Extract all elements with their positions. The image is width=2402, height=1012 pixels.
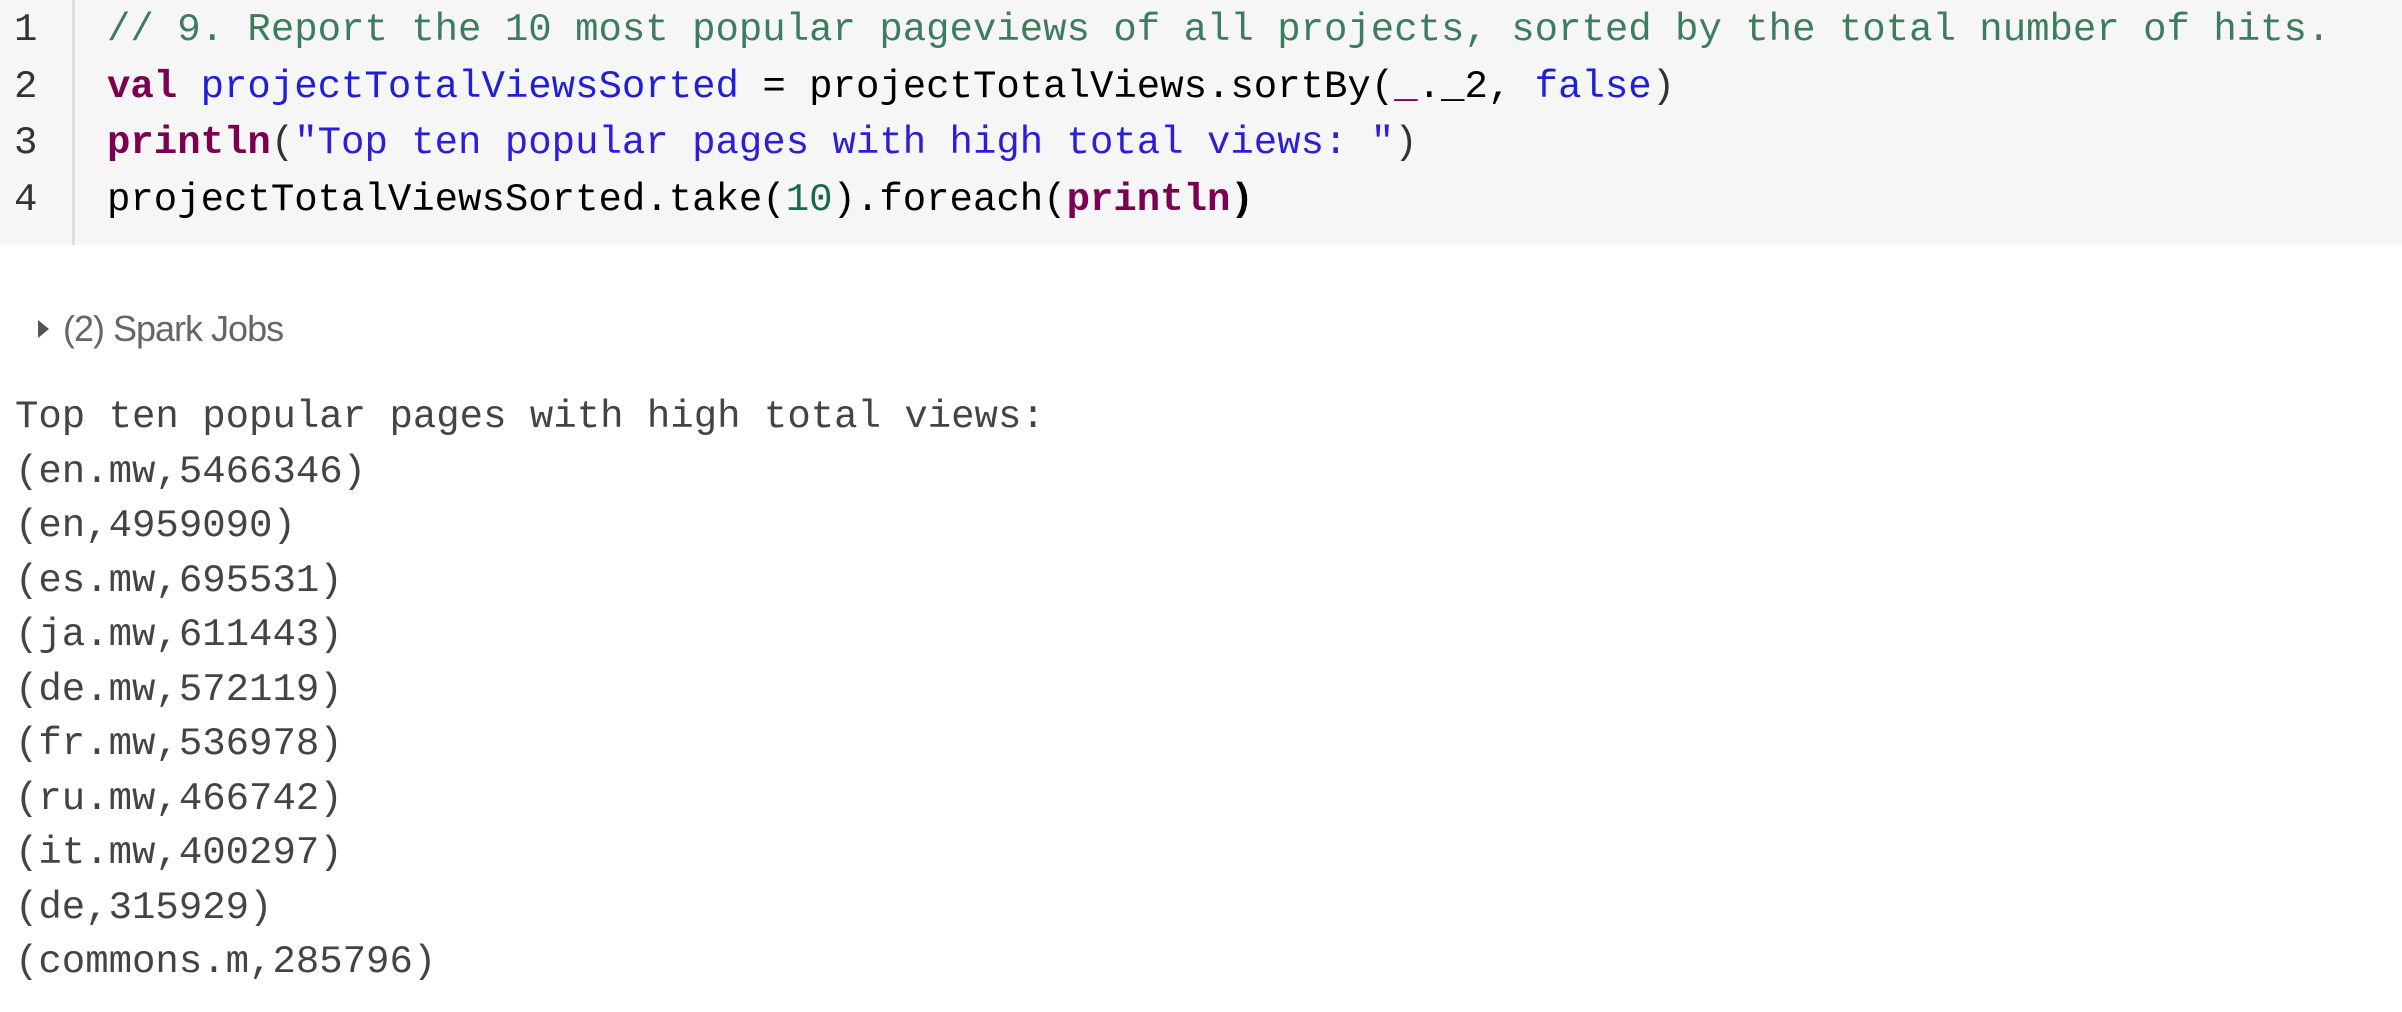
- code-line-2[interactable]: val projectTotalViewsSorted = projectTot…: [107, 59, 1675, 115]
- output-line: (ja.mw,611443): [15, 613, 343, 657]
- output-line: (en.mw,5466346): [15, 449, 367, 494]
- paren: ): [1230, 178, 1254, 222]
- output-line: (commons.m,285796): [15, 940, 437, 984]
- code-text: ._2,: [1417, 65, 1535, 109]
- output-line: (fr.mw,536978): [15, 722, 343, 766]
- paren: ): [1394, 121, 1418, 165]
- code-text: ).foreach(: [832, 178, 1067, 222]
- cell-output: Top ten popular pages with high total vi…: [15, 390, 1045, 990]
- output-line: (de,315929): [15, 885, 273, 930]
- line-number-gutter: 1 2 3 4: [0, 0, 75, 245]
- line-number: 4: [14, 178, 38, 222]
- number-literal: 10: [785, 178, 833, 222]
- keyword: println: [107, 121, 271, 165]
- code-text: projectTotalViewsSorted.take(: [107, 178, 786, 222]
- line-number: 3: [14, 121, 38, 165]
- keyword: val: [107, 65, 178, 109]
- line-number: 2: [14, 65, 38, 109]
- code-line-3[interactable]: println("Top ten popular pages with high…: [107, 115, 1418, 171]
- spark-jobs-label: (2) Spark Jobs: [63, 308, 284, 349]
- output-header: Top ten popular pages with high total vi…: [15, 395, 1045, 439]
- code-cell-editor[interactable]: 1 2 3 4 // 9. Report the 10 most popular…: [0, 0, 2402, 245]
- code-line-1[interactable]: // 9. Report the 10 most popular pagevie…: [107, 2, 2330, 58]
- paren: ): [1651, 65, 1676, 109]
- string-literal: "Top ten popular pages with high total v…: [294, 121, 1395, 165]
- code-comment: // 9. Report the 10 most popular pagevie…: [107, 8, 2331, 52]
- caret-right-icon: [38, 320, 49, 338]
- output-line: (de.mw,572119): [15, 667, 343, 712]
- output-line: (it.mw,400297): [15, 831, 343, 875]
- line-number: 1: [14, 8, 38, 52]
- paren: (: [270, 121, 295, 165]
- boolean-literal: false: [1534, 65, 1652, 109]
- variable-name: projectTotalViewsSorted: [200, 65, 739, 109]
- code-text: = projectTotalViews.sortBy(: [738, 65, 1395, 109]
- code-line-4[interactable]: projectTotalViewsSorted.take(10).foreach…: [107, 172, 1254, 228]
- keyword: println: [1066, 178, 1231, 222]
- underscore: _: [1394, 65, 1418, 109]
- spark-jobs-toggle[interactable]: (2) Spark Jobs: [38, 308, 284, 350]
- output-line: (es.mw,695531): [15, 558, 343, 603]
- output-line: (ru.mw,466742): [15, 776, 343, 821]
- output-line: (en,4959090): [15, 504, 296, 548]
